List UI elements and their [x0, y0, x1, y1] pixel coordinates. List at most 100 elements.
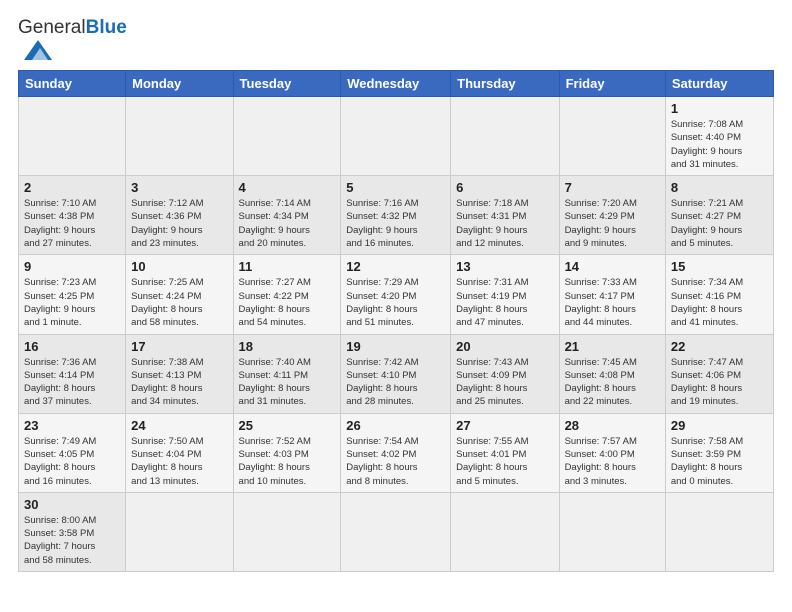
calendar-cell: [559, 96, 665, 175]
day-number: 8: [671, 180, 768, 195]
calendar-cell: [341, 96, 451, 175]
day-info: Sunrise: 7:31 AM Sunset: 4:19 PM Dayligh…: [456, 276, 553, 329]
day-info: Sunrise: 7:45 AM Sunset: 4:08 PM Dayligh…: [565, 356, 660, 409]
day-number: 20: [456, 339, 553, 354]
calendar-cell: 28 Sunrise: 7:57 AM Sunset: 4:00 PM Dayli…: [559, 413, 665, 492]
calendar-cell: 16 Sunrise: 7:36 AM Sunset: 4:14 PM Dayli…: [19, 334, 126, 413]
calendar-body: 1 Sunrise: 7:08 AM Sunset: 4:40 PM Daylig…: [19, 96, 774, 571]
weekday-row: SundayMondayTuesdayWednesdayThursdayFrid…: [19, 70, 774, 96]
calendar-cell: 14Sunrise: 7:33 AM Sunset: 4:17 PM Dayli…: [559, 255, 665, 334]
calendar-cell: [665, 492, 773, 571]
day-info: Sunrise: 7:50 AM Sunset: 4:04 PM Dayligh…: [131, 435, 227, 488]
calendar-cell: 4 Sunrise: 7:14 AM Sunset: 4:34 PM Daylig…: [233, 176, 341, 255]
calendar-cell: 3Sunrise: 7:12 AM Sunset: 4:36 PM Daylig…: [126, 176, 233, 255]
day-info: Sunrise: 7:27 AM Sunset: 4:22 PM Dayligh…: [239, 276, 336, 329]
calendar-cell: 27 Sunrise: 7:55 AM Sunset: 4:01 PM Dayli…: [451, 413, 559, 492]
page: GeneralBlue SundayMondayTuesdayWednesday…: [0, 0, 792, 612]
day-number: 2: [24, 180, 120, 195]
day-number: 4: [239, 180, 336, 195]
day-info: Sunrise: 7:29 AM Sunset: 4:20 PM Dayligh…: [346, 276, 445, 329]
calendar-cell: [451, 492, 559, 571]
calendar-cell: 25Sunrise: 7:52 AM Sunset: 4:03 PM Dayli…: [233, 413, 341, 492]
weekday-header: Tuesday: [233, 70, 341, 96]
day-info: Sunrise: 7:49 AM Sunset: 4:05 PM Dayligh…: [24, 435, 120, 488]
day-info: Sunrise: 7:10 AM Sunset: 4:38 PM Dayligh…: [24, 197, 120, 250]
calendar-cell: 20 Sunrise: 7:43 AM Sunset: 4:09 PM Dayli…: [451, 334, 559, 413]
weekday-header: Wednesday: [341, 70, 451, 96]
day-number: 23: [24, 418, 120, 433]
weekday-header: Saturday: [665, 70, 773, 96]
logo: GeneralBlue: [18, 18, 127, 60]
day-number: 12: [346, 259, 445, 274]
day-info: Sunrise: 7:36 AM Sunset: 4:14 PM Dayligh…: [24, 356, 120, 409]
calendar-week: 23 Sunrise: 7:49 AM Sunset: 4:05 PM Dayli…: [19, 413, 774, 492]
calendar-cell: 30Sunrise: 8:00 AM Sunset: 3:58 PM Dayli…: [19, 492, 126, 571]
calendar-cell: 12 Sunrise: 7:29 AM Sunset: 4:20 PM Dayli…: [341, 255, 451, 334]
calendar-cell: 11 Sunrise: 7:27 AM Sunset: 4:22 PM Dayli…: [233, 255, 341, 334]
day-info: Sunrise: 7:40 AM Sunset: 4:11 PM Dayligh…: [239, 356, 336, 409]
calendar-cell: 13 Sunrise: 7:31 AM Sunset: 4:19 PM Dayli…: [451, 255, 559, 334]
day-number: 17: [131, 339, 227, 354]
day-info: Sunrise: 7:43 AM Sunset: 4:09 PM Dayligh…: [456, 356, 553, 409]
day-number: 13: [456, 259, 553, 274]
calendar-week: 2 Sunrise: 7:10 AM Sunset: 4:38 PM Daylig…: [19, 176, 774, 255]
day-number: 21: [565, 339, 660, 354]
day-info: Sunrise: 7:21 AM Sunset: 4:27 PM Dayligh…: [671, 197, 768, 250]
calendar-cell: 1 Sunrise: 7:08 AM Sunset: 4:40 PM Daylig…: [665, 96, 773, 175]
calendar-cell: 18 Sunrise: 7:40 AM Sunset: 4:11 PM Dayli…: [233, 334, 341, 413]
weekday-header: Monday: [126, 70, 233, 96]
day-number: 29: [671, 418, 768, 433]
day-number: 10: [131, 259, 227, 274]
calendar-cell: 15Sunrise: 7:34 AM Sunset: 4:16 PM Dayli…: [665, 255, 773, 334]
day-number: 5: [346, 180, 445, 195]
weekday-header: Sunday: [19, 70, 126, 96]
day-info: Sunrise: 7:14 AM Sunset: 4:34 PM Dayligh…: [239, 197, 336, 250]
calendar-cell: [451, 96, 559, 175]
day-info: Sunrise: 7:25 AM Sunset: 4:24 PM Dayligh…: [131, 276, 227, 329]
day-number: 22: [671, 339, 768, 354]
day-number: 1: [671, 101, 768, 116]
day-number: 9: [24, 259, 120, 274]
day-info: Sunrise: 7:47 AM Sunset: 4:06 PM Dayligh…: [671, 356, 768, 409]
day-number: 18: [239, 339, 336, 354]
day-info: Sunrise: 7:42 AM Sunset: 4:10 PM Dayligh…: [346, 356, 445, 409]
calendar-cell: 6Sunrise: 7:18 AM Sunset: 4:31 PM Daylig…: [451, 176, 559, 255]
day-info: Sunrise: 7:34 AM Sunset: 4:16 PM Dayligh…: [671, 276, 768, 329]
calendar-cell: 22 Sunrise: 7:47 AM Sunset: 4:06 PM Dayli…: [665, 334, 773, 413]
calendar-cell: [341, 492, 451, 571]
calendar-cell: 29 Sunrise: 7:58 AM Sunset: 3:59 PM Dayli…: [665, 413, 773, 492]
logo-svg: [18, 38, 58, 60]
day-number: 24: [131, 418, 227, 433]
calendar-cell: 9 Sunrise: 7:23 AM Sunset: 4:25 PM Daylig…: [19, 255, 126, 334]
day-number: 11: [239, 259, 336, 274]
day-number: 25: [239, 418, 336, 433]
calendar-cell: 7Sunrise: 7:20 AM Sunset: 4:29 PM Daylig…: [559, 176, 665, 255]
calendar-cell: 23 Sunrise: 7:49 AM Sunset: 4:05 PM Dayli…: [19, 413, 126, 492]
day-number: 16: [24, 339, 120, 354]
calendar-cell: 8 Sunrise: 7:21 AM Sunset: 4:27 PM Daylig…: [665, 176, 773, 255]
calendar-cell: [126, 96, 233, 175]
day-info: Sunrise: 7:57 AM Sunset: 4:00 PM Dayligh…: [565, 435, 660, 488]
calendar-header: SundayMondayTuesdayWednesdayThursdayFrid…: [19, 70, 774, 96]
day-info: Sunrise: 7:23 AM Sunset: 4:25 PM Dayligh…: [24, 276, 120, 329]
day-info: Sunrise: 7:18 AM Sunset: 4:31 PM Dayligh…: [456, 197, 553, 250]
day-info: Sunrise: 7:58 AM Sunset: 3:59 PM Dayligh…: [671, 435, 768, 488]
calendar-cell: [19, 96, 126, 175]
day-info: Sunrise: 7:08 AM Sunset: 4:40 PM Dayligh…: [671, 118, 768, 171]
calendar-cell: [233, 492, 341, 571]
calendar-cell: 26Sunrise: 7:54 AM Sunset: 4:02 PM Dayli…: [341, 413, 451, 492]
day-info: Sunrise: 7:38 AM Sunset: 4:13 PM Dayligh…: [131, 356, 227, 409]
day-number: 26: [346, 418, 445, 433]
calendar-cell: 17 Sunrise: 7:38 AM Sunset: 4:13 PM Dayli…: [126, 334, 233, 413]
calendar-cell: 21 Sunrise: 7:45 AM Sunset: 4:08 PM Dayli…: [559, 334, 665, 413]
day-number: 28: [565, 418, 660, 433]
day-info: Sunrise: 8:00 AM Sunset: 3:58 PM Dayligh…: [24, 514, 120, 567]
calendar-table: SundayMondayTuesdayWednesdayThursdayFrid…: [18, 70, 774, 572]
day-info: Sunrise: 7:12 AM Sunset: 4:36 PM Dayligh…: [131, 197, 227, 250]
day-number: 14: [565, 259, 660, 274]
calendar-cell: 10 Sunrise: 7:25 AM Sunset: 4:24 PM Dayli…: [126, 255, 233, 334]
calendar-week: 30Sunrise: 8:00 AM Sunset: 3:58 PM Dayli…: [19, 492, 774, 571]
day-info: Sunrise: 7:55 AM Sunset: 4:01 PM Dayligh…: [456, 435, 553, 488]
day-number: 27: [456, 418, 553, 433]
weekday-header: Friday: [559, 70, 665, 96]
